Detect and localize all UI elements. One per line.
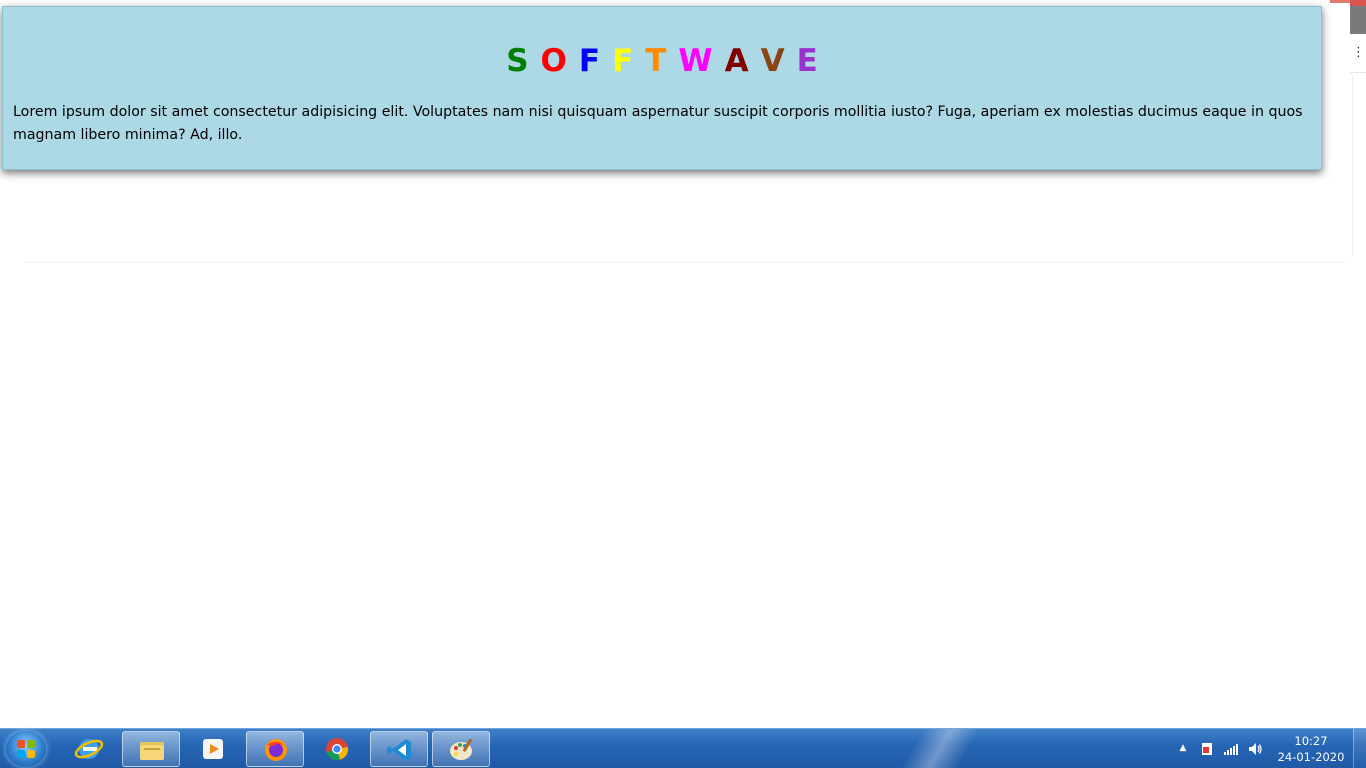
title-letter: W	[678, 43, 713, 79]
content-divider	[24, 262, 1346, 263]
title-letter: V	[760, 43, 785, 79]
toolbar-divider	[1350, 72, 1366, 73]
browser-right-edge: ⋮	[1350, 0, 1366, 728]
window-close-edge	[1330, 0, 1350, 3]
vscode-icon[interactable]	[370, 731, 428, 767]
title-letter: F	[578, 43, 601, 79]
chrome-icon[interactable]	[308, 731, 366, 767]
title-letter: T	[645, 43, 667, 79]
windows-flag-icon	[17, 740, 35, 758]
windows-start-icon[interactable]	[6, 731, 46, 767]
taskbar: ▲ 10:27 24-01-2020	[0, 728, 1366, 768]
system-clock[interactable]: 10:27 24-01-2020	[1272, 733, 1350, 765]
intro-paragraph: Lorem ipsum dolor sit amet consectetur a…	[13, 104, 1303, 143]
file-explorer-icon[interactable]	[122, 731, 180, 767]
paint-icon[interactable]	[432, 731, 490, 767]
firefox-icon[interactable]	[246, 731, 304, 767]
menu-dots-icon[interactable]: ⋮	[1352, 46, 1365, 60]
clock-time: 10:27	[1294, 734, 1328, 748]
chevron-up-icon[interactable]: ▲	[1178, 743, 1188, 753]
network-signal-icon[interactable]	[1223, 741, 1239, 757]
internet-explorer-icon[interactable]	[60, 731, 118, 767]
page-title: SOFFTWAVE	[3, 43, 1321, 79]
title-letter: F	[612, 43, 634, 79]
header-card: SOFFTWAVE Lorem ipsum dolor sit amet con…	[2, 6, 1322, 170]
edge-line	[1352, 76, 1353, 256]
volume-icon[interactable]	[1247, 741, 1263, 757]
clock-date: 24-01-2020	[1277, 750, 1345, 764]
title-letter: A	[724, 43, 749, 79]
taskbar-sheen	[880, 729, 1000, 768]
title-letter: E	[796, 43, 818, 79]
action-center-icon[interactable]	[1199, 741, 1215, 757]
title-letter: O	[540, 43, 567, 79]
show-desktop-button[interactable]	[1353, 729, 1366, 768]
media-player-icon[interactable]	[184, 731, 242, 767]
scrollbar-thumb[interactable]	[1350, 0, 1366, 34]
title-letter: S	[506, 43, 529, 79]
